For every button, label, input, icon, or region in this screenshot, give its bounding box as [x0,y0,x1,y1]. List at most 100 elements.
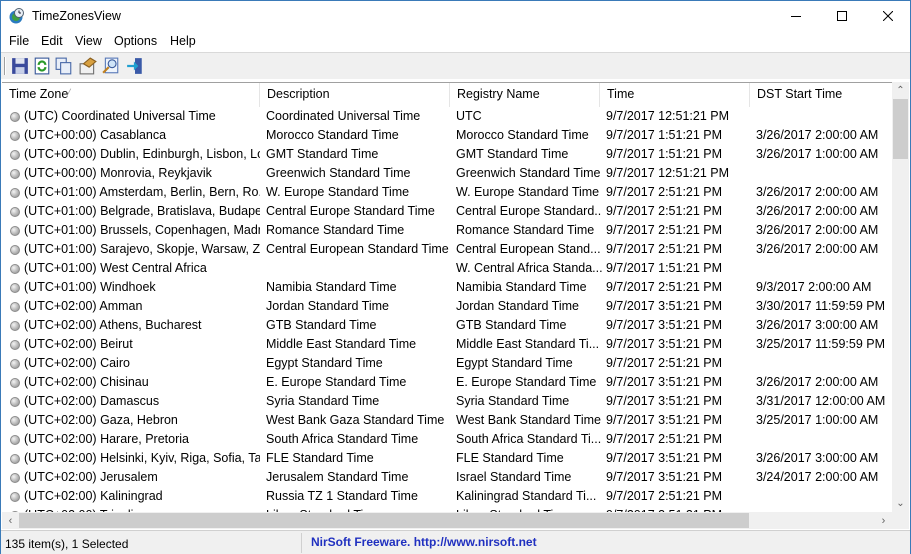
cell-time: 9/7/2017 3:51:21 PM [606,318,723,332]
cell-time-zone: (UTC+02:00) Jerusalem [24,470,158,484]
vertical-scroll-thumb[interactable] [893,99,908,159]
scroll-up-icon[interactable]: ⌃ [892,82,909,99]
cell-description: Greenwich Standard Time [266,166,411,180]
horizontal-scroll-thumb[interactable] [19,513,749,528]
table-row[interactable]: (UTC+02:00) Athens, Bucharest GTB Standar… [2,316,892,335]
table-row[interactable]: (UTC+00:00) Monrovia, Reykjavik Greenwich… [2,164,892,183]
close-button[interactable] [865,1,911,31]
cell-dst-start-time [756,487,892,506]
cell-dst-start-time: 3/26/2017 2:00:00 AM [756,185,879,199]
column-header-time[interactable]: Time [600,83,750,107]
table-row[interactable]: (UTC) Coordinated Universal Time Coordina… [2,107,892,126]
table-row[interactable]: (UTC+01:00) West Central Africa W. Centra… [2,259,892,278]
cell-time-zone: (UTC+01:00) Belgrade, Bratislava, Budape… [24,204,260,218]
cell-time: 9/7/2017 3:51:21 PM [606,375,723,389]
cell-description: Coordinated Universal Time [266,109,421,123]
cell-time-zone: (UTC+02:00) Helsinki, Kyiv, Riga, Sofia,… [24,451,260,465]
timezone-list[interactable]: Time Zone ╱ Description Registry Name Ti… [2,82,892,512]
table-row[interactable]: (UTC+02:00) Amman Jordan Standard Time Jor… [2,297,892,316]
table-row[interactable]: (UTC+02:00) Kaliningrad Russia TZ 1 Stand… [2,487,892,506]
timezone-bullet-icon [10,321,20,331]
cell-time: 9/7/2017 2:51:21 PM [606,185,723,199]
cell-dst-start-time [756,354,892,373]
table-row[interactable]: (UTC+01:00) Sarajevo, Skopje, Warsaw, Za… [2,240,892,259]
table-row[interactable]: (UTC+02:00) Jerusalem Jerusalem Standard … [2,468,892,487]
cell-time: 9/7/2017 3:51:21 PM [606,413,723,427]
cell-description: South Africa Standard Time [266,432,419,446]
scroll-down-icon[interactable]: ⌄ [892,495,909,512]
scroll-right-icon[interactable]: › [875,512,892,529]
menu-help[interactable]: Help [170,34,196,48]
refresh-icon[interactable] [33,57,51,75]
cell-time: 9/7/2017 3:51:21 PM [606,451,723,465]
cell-time-zone: (UTC+02:00) Damascus [24,394,160,408]
table-row[interactable]: (UTC+00:00) Casablanca Morocco Standard T… [2,126,892,145]
timezone-bullet-icon [10,359,20,369]
table-row[interactable]: (UTC+00:00) Dublin, Edinburgh, Lisbon, L… [2,145,892,164]
cell-dst-start-time: 3/26/2017 3:00:00 AM [756,451,879,465]
cell-dst-start-time: 3/26/2017 2:00:00 AM [756,128,879,142]
menu-edit[interactable]: Edit [41,34,63,48]
cell-time-zone: (UTC) Coordinated Universal Time [24,109,216,123]
timezone-bullet-icon [10,131,20,141]
table-row[interactable]: (UTC+02:00) Helsinki, Kyiv, Riga, Sofia,… [2,449,892,468]
window-title: TimeZonesView [32,9,121,23]
maximize-button[interactable] [819,1,865,31]
maximize-icon [837,11,847,21]
table-row[interactable]: (UTC+02:00) Gaza, Hebron West Bank Gaza S… [2,411,892,430]
cell-time-zone: (UTC+01:00) Sarajevo, Skopje, Warsaw, Za… [24,242,260,256]
cell-dst-start-time: 3/26/2017 1:00:00 AM [756,147,879,161]
cell-registry-name: Israel Standard Time [456,470,572,484]
cell-description: Jerusalem Standard Time [266,470,409,484]
scroll-left-icon[interactable]: ‹ [2,512,19,529]
cell-description: E. Europe Standard Time [266,375,407,389]
cell-dst-start-time: 3/26/2017 2:00:00 AM [756,242,879,256]
timezone-bullet-icon [10,245,20,255]
save-icon[interactable] [11,57,29,75]
table-row[interactable]: (UTC+02:00) Beirut Middle East Standard T… [2,335,892,354]
timezone-bullet-icon [10,302,20,312]
nirsoft-link[interactable]: NirSoft Freeware. http://www.nirsoft.net [311,535,537,549]
column-header-dst-start-time[interactable]: DST Start Time [750,83,892,107]
minimize-icon [791,16,801,17]
cell-registry-name: UTC [456,109,482,123]
table-row[interactable]: (UTC+01:00) Amsterdam, Berlin, Bern, Ro.… [2,183,892,202]
horizontal-scrollbar[interactable]: ‹ › [2,512,892,529]
cell-time-zone: (UTC+02:00) Harare, Pretoria [24,432,189,446]
table-row[interactable]: (UTC+02:00) Harare, Pretoria South Africa… [2,430,892,449]
table-row[interactable]: (UTC+01:00) Windhoek Namibia Standard Tim… [2,278,892,297]
table-row[interactable]: (UTC+02:00) Chisinau E. Europe Standard T… [2,373,892,392]
find-icon[interactable] [102,57,120,75]
exit-icon[interactable] [126,57,144,75]
menu-file[interactable]: File [9,34,29,48]
cell-time: 9/7/2017 2:51:21 PM [606,280,723,294]
table-row[interactable]: (UTC+02:00) Cairo Egypt Standard Time Egyp… [2,354,892,373]
column-header-description[interactable]: Description [260,83,450,107]
timezone-bullet-icon [10,264,20,274]
cell-registry-name: Jordan Standard Time [456,299,579,313]
menu-view[interactable]: View [75,34,102,48]
table-row[interactable]: (UTC+01:00) Brussels, Copenhagen, Madri.… [2,221,892,240]
column-header-registry-name[interactable]: Registry Name [450,83,600,107]
cell-description: W. Europe Standard Time [266,185,410,199]
cell-time: 9/7/2017 3:51:21 PM [606,470,723,484]
copy-icon[interactable] [55,57,73,75]
cell-time-zone: (UTC+02:00) Gaza, Hebron [24,413,178,427]
cell-time-zone: (UTC+01:00) Brussels, Copenhagen, Madri.… [24,223,260,237]
vertical-scrollbar[interactable]: ⌃ ⌄ [892,82,909,512]
timezone-bullet-icon [10,454,20,464]
timezone-bullet-icon [10,150,20,160]
cell-dst-start-time: 3/26/2017 2:00:00 AM [756,223,879,237]
cell-registry-name: Greenwich Standard Time [456,166,601,180]
table-row[interactable]: (UTC+02:00) Damascus Syria Standard Time S… [2,392,892,411]
table-row[interactable]: (UTC+01:00) Belgrade, Bratislava, Budape… [2,202,892,221]
properties-icon[interactable] [79,57,97,75]
status-divider [301,533,302,553]
menu-options[interactable]: Options [114,34,157,48]
column-header-time-zone[interactable]: Time Zone ╱ [2,83,260,107]
minimize-button[interactable] [773,1,819,31]
timezone-bullet-icon [10,397,20,407]
cell-time: 9/7/2017 2:51:21 PM [606,223,723,237]
cell-time: 9/7/2017 1:51:21 PM [606,147,723,161]
cell-time: 9/7/2017 2:51:21 PM [606,489,723,503]
